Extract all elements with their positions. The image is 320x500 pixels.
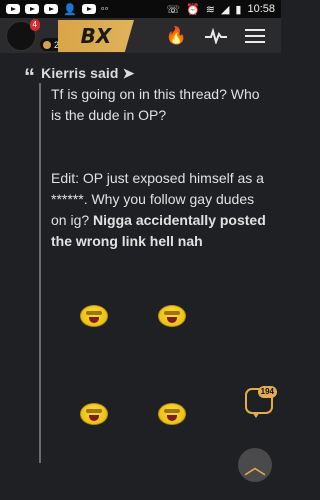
brand-logo[interactable]: BX xyxy=(58,20,134,52)
pulse-icon[interactable] xyxy=(205,27,227,44)
add-user-icon: 👤 xyxy=(63,3,77,16)
phone-vibrate-icon: ☏ xyxy=(166,3,181,16)
brand-text: BX xyxy=(80,24,112,48)
wifi-icon: ≋ xyxy=(205,3,215,16)
arrow-right-icon: ➤ xyxy=(122,65,135,81)
notification-icons: 👤 ◦◦ xyxy=(6,3,109,16)
quote-icon: “ xyxy=(24,64,36,89)
crying-emoji-icon xyxy=(158,305,186,327)
hamburger-menu-icon[interactable] xyxy=(245,28,265,43)
youtube-icon xyxy=(81,4,96,14)
quote-bar xyxy=(39,83,41,463)
status-bar: 👤 ◦◦ ☏ ⏰ ≋ ◢ ▮ 10:58 xyxy=(0,0,281,18)
voicemail-icon: ◦◦ xyxy=(100,3,109,15)
status-time: 10:58 xyxy=(247,3,275,15)
signal-icon: ◢ xyxy=(220,3,230,16)
system-icons: ☏ ⏰ ≋ ◢ ▮ 10:58 xyxy=(166,3,275,16)
app-header: 4 2,289 BX 🔥 xyxy=(0,18,281,53)
battery-icon: ▮ xyxy=(235,3,242,16)
alarm-icon: ⏰ xyxy=(186,3,200,16)
quote-line: Tf is going on in this thread? Who is th… xyxy=(51,86,260,123)
points-icon xyxy=(43,40,51,49)
quote-body: Tf is going on in this thread? Who is th… xyxy=(51,84,269,252)
post-content: “ Kierris said ➤ Tf is going on in this … xyxy=(0,53,281,500)
header-icons: 🔥 xyxy=(166,18,281,53)
scroll-to-top-button[interactable]: ︿ xyxy=(238,448,272,482)
chevron-up-icon: ︿ xyxy=(243,454,266,479)
youtube-icon xyxy=(6,4,20,14)
crying-emoji-icon xyxy=(80,403,108,425)
chat-count-badge: 194 xyxy=(257,386,277,398)
notification-badge: 4 xyxy=(29,18,40,31)
quote-author-name: Kierris said xyxy=(41,65,119,81)
quote-line: Edit: OP just exposed himself as a *****… xyxy=(51,168,269,252)
quote-spacer xyxy=(51,126,269,168)
youtube-icon xyxy=(44,4,58,14)
youtube-icon xyxy=(25,4,39,14)
crying-emoji-icon xyxy=(80,305,108,327)
crying-emoji-icon xyxy=(158,403,186,425)
flame-icon[interactable]: 🔥 xyxy=(166,26,187,46)
avatar[interactable]: 4 xyxy=(6,18,40,51)
